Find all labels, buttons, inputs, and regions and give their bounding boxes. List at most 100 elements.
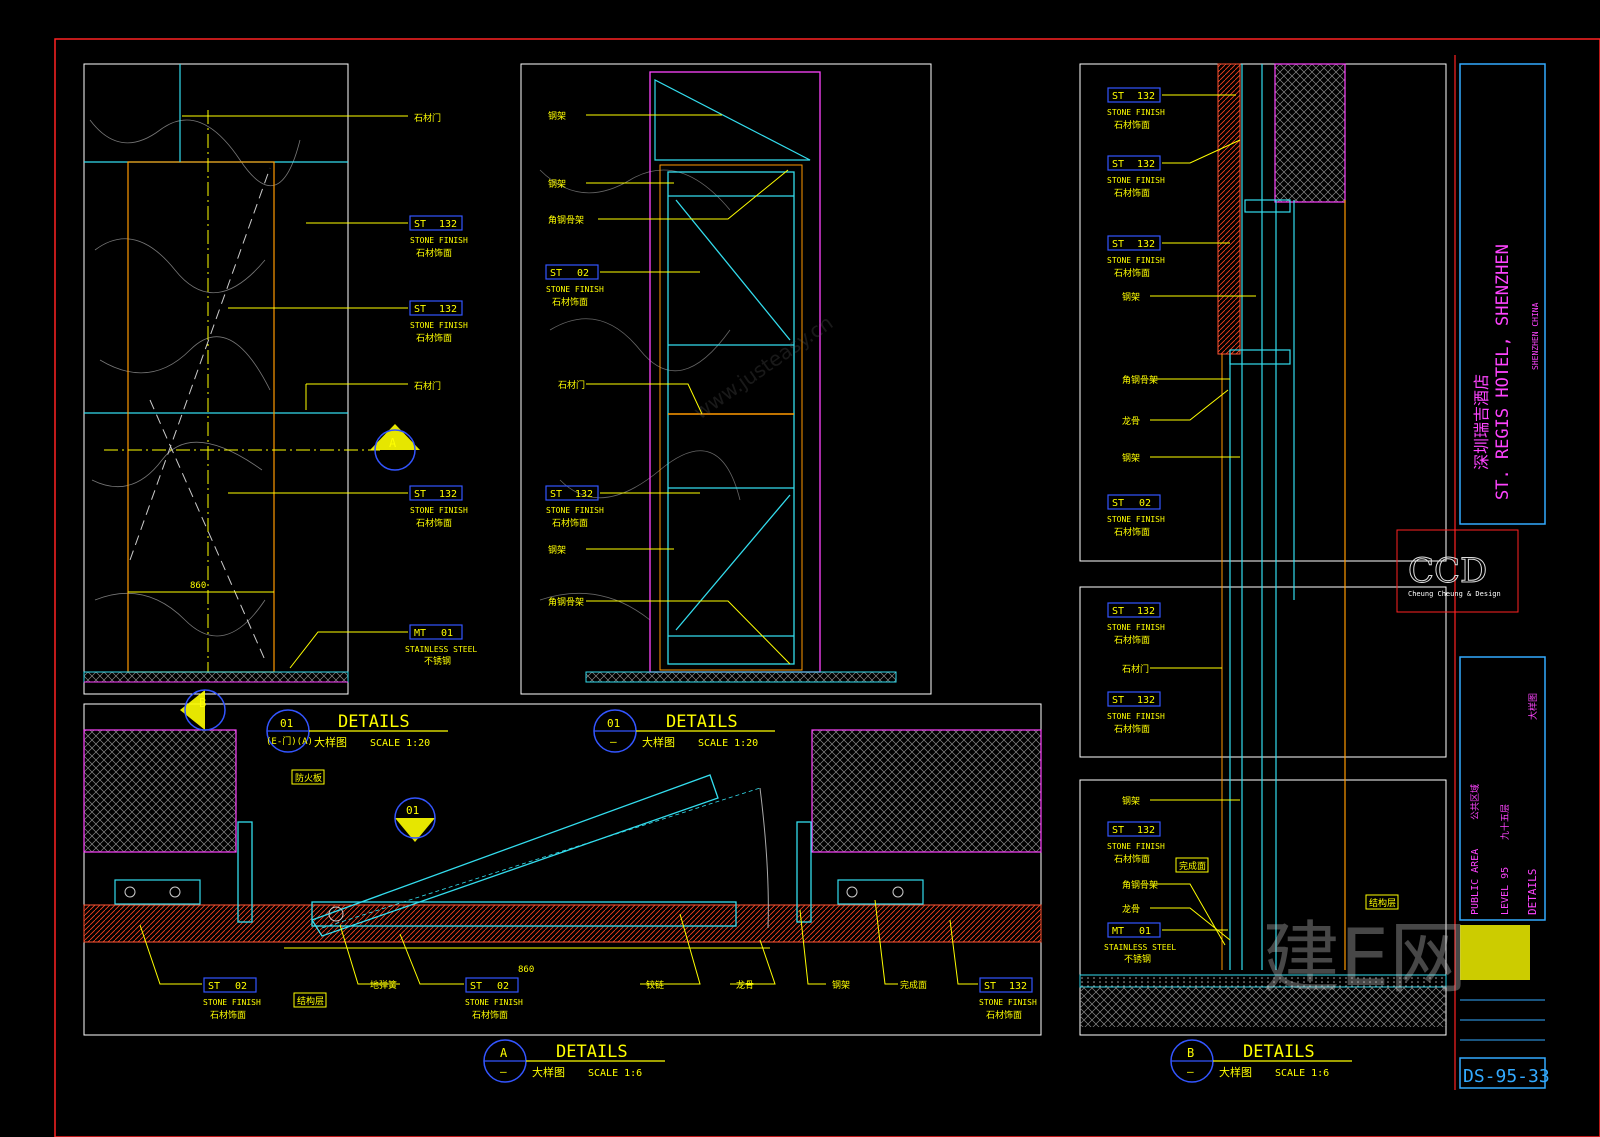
svg-text:ST: ST	[414, 304, 426, 315]
svg-text:石材饰面: 石材饰面	[416, 247, 452, 259]
label-p2-c: 角钢骨架	[548, 214, 584, 226]
svg-text:01: 01	[1139, 926, 1151, 937]
svg-text:石材饰面: 石材饰面	[1114, 723, 1150, 735]
svg-text:STONE FINISH: STONE FINISH	[1107, 623, 1165, 632]
svg-text:A: A	[500, 1046, 508, 1060]
section-marker-01: 01	[394, 797, 436, 842]
svg-text:01: 01	[280, 717, 293, 730]
label-stone-door-top: 石材门	[414, 112, 441, 124]
label-b-8: 龙骨	[1122, 903, 1140, 915]
company-sub: Cheung Cheung & Design	[1408, 590, 1501, 598]
label-p2-a: 钢架	[548, 110, 566, 122]
svg-text:STONE FINISH: STONE FINISH	[465, 998, 523, 1007]
svg-text:石材饰面: 石材饰面	[552, 517, 588, 529]
svg-text:ST: ST	[1112, 239, 1124, 250]
label-a-5: 完成面	[900, 979, 927, 991]
svg-text:石材饰面: 石材饰面	[1114, 119, 1150, 131]
svg-text:01: 01	[406, 804, 419, 817]
svg-text:—: —	[610, 735, 617, 748]
svg-text:石材饰面: 石材饰面	[1114, 634, 1150, 646]
svg-text:B: B	[1187, 1046, 1194, 1060]
svg-text:SCALE 1:20: SCALE 1:20	[370, 738, 430, 749]
tag-st132-a-right: ST 132 STONE FINISH 石材饰面	[979, 977, 1037, 1021]
label-b-6: 钢架	[1122, 795, 1140, 807]
svg-text:大样图: 大样图	[314, 735, 347, 749]
svg-text:ST: ST	[550, 268, 562, 279]
svg-text:STONE FINISH: STONE FINISH	[1107, 176, 1165, 185]
sheet-area: PUBLIC AREA	[1470, 849, 1481, 915]
svg-text:STONE FINISH: STONE FINISH	[410, 236, 468, 245]
svg-text:ST: ST	[550, 489, 562, 500]
label-p2-f: 角钢骨架	[548, 596, 584, 608]
svg-text:132: 132	[1137, 159, 1155, 170]
detail-title-01-left: 01 (E-门)(A) DETAILS 大样图 SCALE 1:20	[266, 709, 448, 753]
svg-text:石材饰面: 石材饰面	[416, 517, 452, 529]
tag-st132-p1b: ST 132 STONE FINISH 石材饰面	[409, 300, 468, 344]
svg-text:STONE FINISH: STONE FINISH	[410, 321, 468, 330]
svg-text:132: 132	[1137, 695, 1155, 706]
svg-text:01: 01	[607, 717, 620, 730]
svg-text:ST: ST	[1112, 606, 1124, 617]
svg-text:132: 132	[1137, 91, 1155, 102]
svg-text:SCALE 1:6: SCALE 1:6	[1275, 1068, 1329, 1079]
svg-text:132: 132	[1137, 825, 1155, 836]
svg-text:石材饰面: 石材饰面	[210, 1009, 246, 1021]
svg-text:ST: ST	[1112, 825, 1124, 836]
detail-title-b: B — DETAILS 大样图 SCALE 1:6	[1170, 1039, 1352, 1083]
detail-panel-elevation-left	[83, 63, 380, 695]
svg-text:ST: ST	[414, 219, 426, 230]
tag-st132-p2: ST 132 STONE FINISH 石材饰面	[545, 485, 604, 529]
svg-text:STONE FINISH: STONE FINISH	[410, 506, 468, 515]
svg-text:STONE FINISH: STONE FINISH	[546, 506, 604, 515]
svg-text:132: 132	[575, 489, 593, 500]
label-a-box2: 结构层	[297, 995, 324, 1007]
svg-text:大样图: 大样图	[642, 735, 675, 749]
svg-text:02: 02	[497, 981, 509, 992]
svg-text:大样图: 大样图	[1219, 1065, 1252, 1079]
svg-text:STAINLESS STEEL: STAINLESS STEEL	[405, 645, 477, 654]
svg-text:ST: ST	[208, 981, 220, 992]
tag-st132-p1c: ST 132 STONE FINISH 石材饰面	[409, 485, 468, 529]
svg-text:石材饰面: 石材饰面	[1114, 853, 1150, 865]
project-name-cn: 深圳瑞吉酒店	[1472, 374, 1491, 470]
svg-text:大样图: 大样图	[532, 1065, 565, 1079]
svg-text:SCALE 1:20: SCALE 1:20	[698, 738, 758, 749]
svg-text:STONE FINISH: STONE FINISH	[979, 998, 1037, 1007]
svg-text:SCALE 1:6: SCALE 1:6	[588, 1068, 642, 1079]
sheet-drawing-title: DETAILS	[1526, 869, 1539, 915]
svg-text:ST: ST	[1112, 159, 1124, 170]
svg-text:02: 02	[577, 268, 589, 279]
svg-text:(E-门)(A): (E-门)(A)	[266, 735, 313, 747]
svg-text:ST: ST	[414, 489, 426, 500]
tag-mt01-p1: MT 01 STAINLESS STEEL 不锈钢	[405, 624, 477, 667]
svg-text:DETAILS: DETAILS	[1243, 1042, 1315, 1062]
label-stone-door-mid: 石材门	[414, 380, 441, 392]
project-location: SHENZHEN CHINA	[1531, 302, 1540, 370]
company-logo: CCD	[1408, 551, 1487, 591]
sheet-level-cn: 九十五层	[1499, 804, 1511, 840]
label-b-4: 钢架	[1122, 452, 1140, 464]
svg-text:STAINLESS STEEL: STAINLESS STEEL	[1104, 943, 1176, 952]
section-marker-b: B	[180, 689, 226, 731]
label-b-2: 角钢骨架	[1122, 374, 1158, 386]
tag-st02-a-mid: ST 02 STONE FINISH 石材饰面	[465, 977, 523, 1021]
cad-drawing-canvas: ST 132 STONE FINISH 石材饰面 ST 132 STONE FI…	[54, 38, 1600, 1137]
svg-text:132: 132	[1009, 981, 1027, 992]
svg-text:DETAILS: DETAILS	[666, 712, 738, 732]
dimension-860-p1: 860	[190, 581, 206, 591]
tag-st02-p2: ST 02 STONE FINISH 石材饰面	[545, 264, 604, 308]
project-name-en: ST. REGIS HOTEL, SHENZHEN	[1493, 244, 1513, 500]
tag-st02-a-left: ST 02 STONE FINISH 石材饰面	[203, 977, 261, 1021]
detail-panel-section-a	[83, 703, 1042, 1036]
watermark-logo: 建E网	[1262, 914, 1467, 1004]
label-a-3: 龙骨	[736, 979, 754, 991]
label-a-2: 铰链	[646, 979, 664, 991]
svg-text:STONE FINISH: STONE FINISH	[1107, 256, 1165, 265]
svg-text:ST: ST	[1112, 498, 1124, 509]
svg-text:不锈钢: 不锈钢	[424, 655, 451, 667]
svg-text:ST: ST	[1112, 695, 1124, 706]
label-a-1: 地弹簧	[370, 979, 397, 991]
svg-text:石材饰面: 石材饰面	[1114, 526, 1150, 538]
label-b-3: 龙骨	[1122, 415, 1140, 427]
detail-title-01-middle: 01 — DETAILS 大样图 SCALE 1:20	[593, 709, 775, 753]
